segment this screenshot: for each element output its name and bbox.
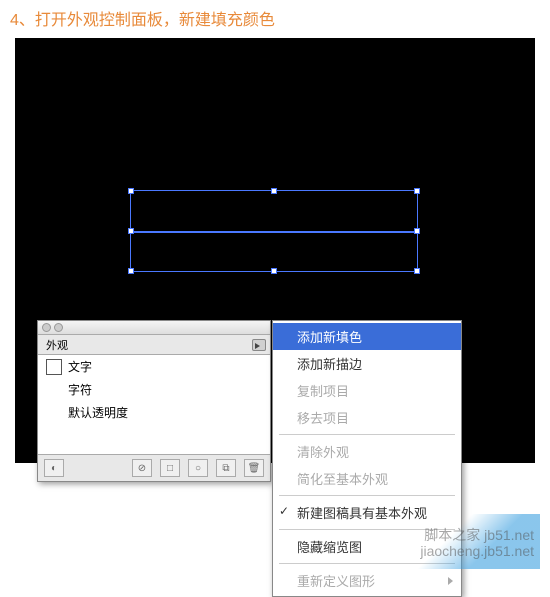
footer-stroke-icon[interactable]: □ <box>160 459 180 477</box>
appearance-panel: 外观 文字 字符 默认透明度 ◐ ⊘ □ ○ ⧉ 🗑 <box>37 320 271 482</box>
menu-separator <box>279 495 455 496</box>
traffic-light-icon[interactable] <box>42 323 51 332</box>
footer-trash-icon[interactable]: 🗑 <box>244 459 264 477</box>
menu-redefine: 重新定义图形 <box>273 567 461 594</box>
selection-box[interactable] <box>130 190 418 272</box>
panel-tab-label: 外观 <box>46 337 68 353</box>
panel-footer: ◐ ⊘ □ ○ ⧉ 🗑 <box>38 455 270 481</box>
row-label: 默认透明度 <box>68 404 128 421</box>
menu-separator <box>279 434 455 435</box>
footer-duplicate-icon[interactable]: ⧉ <box>216 459 236 477</box>
footer-toggle-icon[interactable]: ◐ <box>44 459 64 477</box>
menu-reduce: 简化至基本外观 <box>273 465 461 492</box>
menu-add-fill[interactable]: 添加新填色 <box>273 323 461 350</box>
row-label: 字符 <box>68 381 92 398</box>
appearance-row-text[interactable]: 文字 <box>38 355 270 378</box>
menu-remove: 移去项目 <box>273 404 461 431</box>
menu-add-stroke[interactable]: 添加新描边 <box>273 350 461 377</box>
handle-top-right[interactable] <box>414 188 420 194</box>
panel-tab[interactable]: 外观 <box>38 335 270 355</box>
handle-bottom-right[interactable] <box>414 268 420 274</box>
watermark: 脚本之家 jb51.net jiaocheng.jb51.net <box>385 509 540 569</box>
menu-duplicate: 复制项目 <box>273 377 461 404</box>
panel-titlebar[interactable] <box>38 321 270 335</box>
appearance-row-char[interactable]: 字符 <box>38 378 270 401</box>
check-icon: ✓ <box>279 504 289 518</box>
traffic-light-icon[interactable] <box>54 323 63 332</box>
panel-flyout-button[interactable] <box>252 339 266 351</box>
appearance-row-opacity[interactable]: 默认透明度 <box>38 401 270 424</box>
watermark-text: 脚本之家 jb51.net jiaocheng.jb51.net <box>420 527 534 559</box>
footer-fx-icon[interactable]: ○ <box>188 459 208 477</box>
menu-clear: 清除外观 <box>273 438 461 465</box>
handle-bottom-left[interactable] <box>128 268 134 274</box>
handle-top-left[interactable] <box>128 188 134 194</box>
selection-inner <box>131 231 417 233</box>
handle-top-center[interactable] <box>271 188 277 194</box>
panel-body: 文字 字符 默认透明度 <box>38 355 270 455</box>
footer-no-icon[interactable]: ⊘ <box>132 459 152 477</box>
handle-mid-right[interactable] <box>414 228 420 234</box>
handle-bottom-center[interactable] <box>271 268 277 274</box>
step-heading: 4、打开外观控制面板，新建填充颜色 <box>0 0 550 38</box>
fill-swatch-icon[interactable] <box>46 359 62 375</box>
row-label: 文字 <box>68 358 92 375</box>
handle-mid-left[interactable] <box>128 228 134 234</box>
